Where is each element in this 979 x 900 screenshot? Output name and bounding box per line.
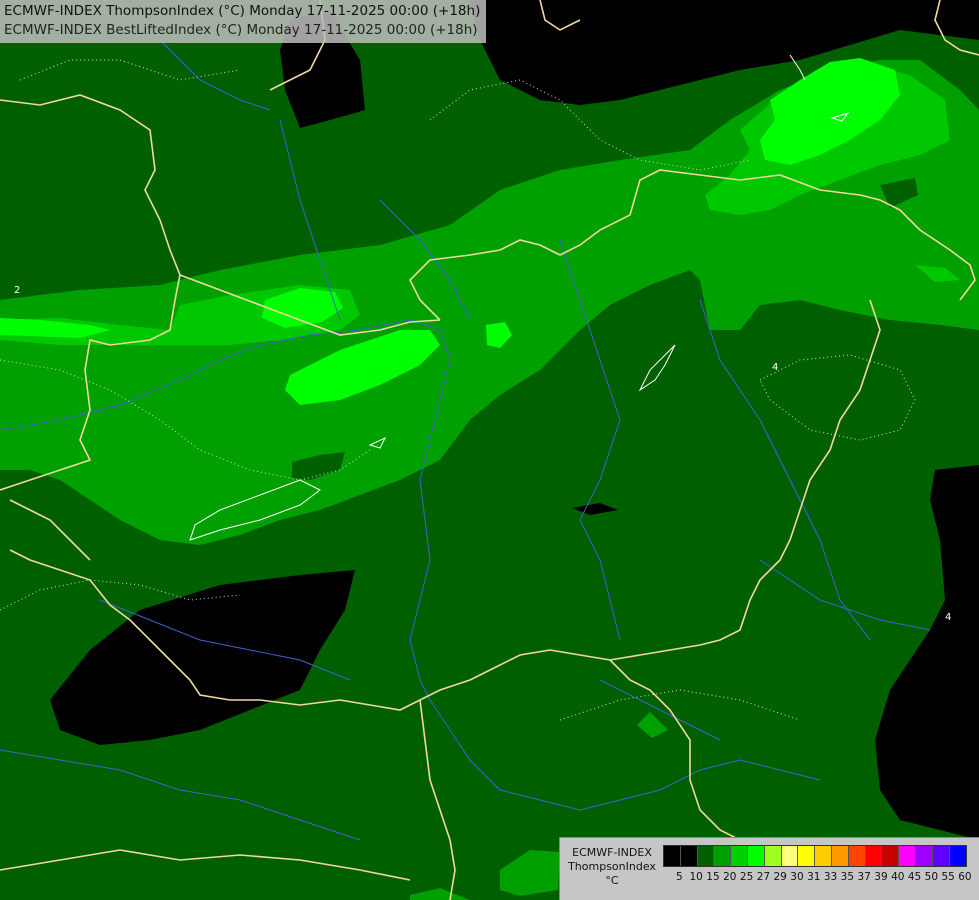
legend-swatch bbox=[798, 846, 816, 866]
legend-tick: 15 bbox=[706, 871, 720, 883]
legend-swatch bbox=[848, 846, 866, 866]
contour-label-3: 4 bbox=[945, 612, 951, 623]
legend-tick: 25 bbox=[739, 871, 754, 883]
legend-swatch bbox=[664, 846, 681, 866]
legend-swatch bbox=[781, 846, 799, 866]
legend-unit: °C bbox=[605, 874, 619, 887]
legend-model: ECMWF-INDEX bbox=[572, 846, 652, 859]
legend-tick: 27 bbox=[756, 871, 771, 883]
legend-tick: 29 bbox=[773, 871, 787, 883]
legend-swatch bbox=[949, 846, 967, 866]
map-title-box: ECMWF-INDEX ThompsonIndex (°C) Monday 17… bbox=[0, 0, 487, 43]
weather-map: 2 4 4 bbox=[0, 0, 979, 900]
legend-swatch bbox=[915, 846, 933, 866]
legend-parameter: ThompsonIndex bbox=[568, 860, 656, 873]
title-line-thompson: ECMWF-INDEX ThompsonIndex (°C) Monday 17… bbox=[4, 3, 481, 19]
legend-swatch bbox=[932, 846, 950, 866]
legend-tick: 30 bbox=[790, 871, 804, 883]
legend-swatch bbox=[731, 846, 748, 866]
legend-tick: 37 bbox=[857, 871, 871, 883]
legend-swatch bbox=[680, 846, 698, 866]
title-line-bestlifted: ECMWF-INDEX BestLiftedIndex (°C) Monday … bbox=[4, 22, 478, 38]
legend-tick: 20 bbox=[723, 871, 737, 883]
legend-swatch bbox=[882, 846, 900, 866]
legend-tick: 39 bbox=[874, 871, 888, 883]
legend-tick: 40 bbox=[891, 871, 905, 883]
legend-swatch bbox=[865, 846, 883, 866]
legend-swatch bbox=[714, 846, 732, 866]
legend-ticks: 5 10 15 20 25 27 29 30 31 33 35 37 39 40 45 50 55 60 bbox=[663, 871, 972, 883]
legend-tick: 45 bbox=[907, 871, 922, 883]
legend-tick: 35 bbox=[840, 871, 855, 883]
legend-swatch bbox=[764, 846, 782, 866]
legend-swatch bbox=[831, 846, 849, 866]
legend-tick: 10 bbox=[689, 871, 703, 883]
legend-swatch bbox=[747, 846, 765, 866]
contour-label-2: 4 bbox=[772, 362, 778, 373]
legend-tick: 50 bbox=[924, 871, 939, 883]
legend-tick: 55 bbox=[941, 871, 955, 883]
legend-tick: 33 bbox=[823, 871, 838, 883]
legend-tick: 31 bbox=[807, 871, 821, 883]
legend-swatch bbox=[899, 846, 916, 866]
legend-label: ECMWF-INDEX ThompsonIndex °C bbox=[562, 846, 662, 888]
legend-tick: 5 bbox=[676, 871, 683, 883]
legend-swatches bbox=[663, 845, 968, 867]
legend-swatch bbox=[815, 846, 832, 866]
legend-tick: 60 bbox=[958, 871, 972, 883]
contour-label-1: 2 bbox=[14, 285, 20, 296]
legend-swatch bbox=[697, 846, 715, 866]
color-legend: ECMWF-INDEX ThompsonIndex °C 5 10 15 20 25 27… bbox=[559, 837, 979, 900]
